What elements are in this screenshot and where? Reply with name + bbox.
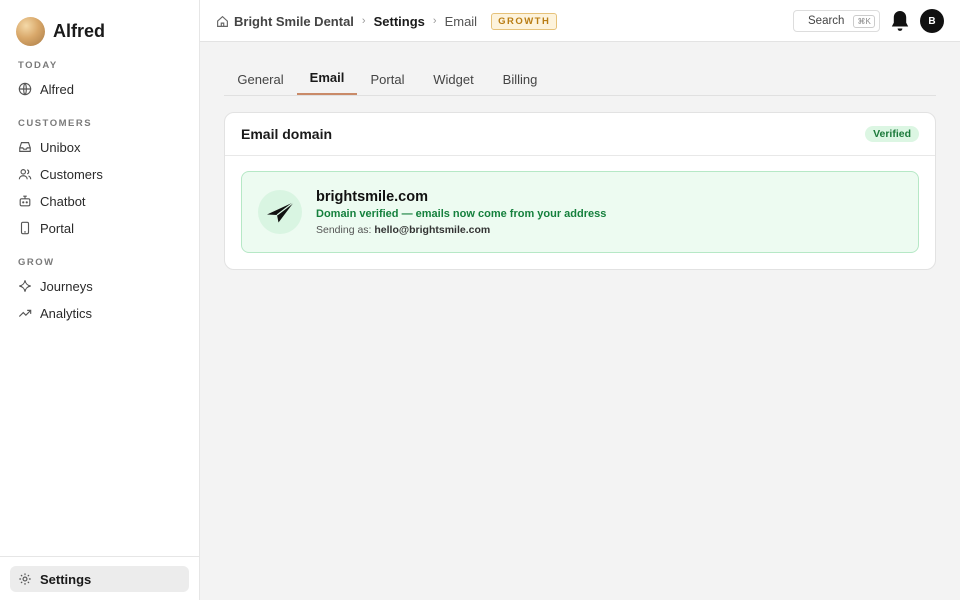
tab-general[interactable]: General (224, 62, 297, 96)
sidebar-item-label: Chatbot (40, 193, 86, 209)
globe-icon (18, 82, 32, 96)
home-icon[interactable] (216, 15, 229, 28)
search-label: Search (808, 15, 845, 27)
tab-portal[interactable]: Portal (357, 62, 418, 96)
sidebar-item-label: Journeys (40, 278, 93, 294)
search-shortcut: ⌘K (853, 14, 875, 28)
bell-icon[interactable] (889, 9, 911, 33)
brand-name: Alfred (53, 21, 106, 41)
breadcrumb-email: Email (444, 13, 478, 29)
settings-tabs: General Email Portal Widget Billing (224, 62, 936, 96)
sidebar-item-label: Unibox (40, 139, 81, 155)
breadcrumb-workspace[interactable]: Bright Smile Dental (234, 14, 354, 29)
sidebar-footer: Settings (0, 556, 200, 600)
sidebar-item-analytics[interactable]: Analytics (10, 300, 189, 326)
bot-icon (18, 194, 32, 208)
paper-plane-icon (267, 201, 295, 223)
tab-email[interactable]: Email (297, 62, 357, 95)
search-button[interactable]: Search ⌘K (793, 10, 880, 32)
sidebar-item-journeys[interactable]: Journeys (10, 273, 189, 299)
sidebar-item-label: Portal (40, 220, 74, 236)
section-label-today: TODAY (18, 60, 58, 71)
tab-billing[interactable]: Billing (489, 62, 551, 96)
sidebar-item-customers[interactable]: Customers (10, 161, 189, 187)
card-title: Email domain (241, 126, 333, 142)
chevron-right-icon: › (432, 15, 437, 27)
sidebar-item-unibox[interactable]: Unibox (10, 134, 189, 160)
domain-status-text: Domain verified — emails now come from y… (316, 208, 607, 220)
send-icon-circle (258, 190, 302, 234)
brand-logo (16, 17, 45, 46)
brand[interactable]: Alfred (16, 17, 105, 46)
sidebar-item-portal[interactable]: Portal (10, 215, 189, 241)
sidebar-item-label: Alfred (40, 81, 74, 97)
email-domain-card: Email domain Verified brightsmile.com Do… (224, 112, 936, 270)
status-badge: Verified (865, 126, 919, 142)
gear-icon (18, 572, 32, 586)
sparkle-icon (18, 279, 32, 293)
plan-badge: GROWTH (491, 12, 558, 30)
domain-status-panel: brightsmile.com Domain verified — emails… (241, 171, 919, 253)
sidebar-item-label: Settings (40, 571, 92, 587)
sidebar-item-settings[interactable]: Settings (10, 566, 189, 592)
avatar[interactable]: B (920, 9, 944, 33)
phone-icon (18, 221, 32, 235)
sending-address: hello@brightsmile.com (374, 224, 491, 236)
sidebar: Alfred TODAY Alfred CUSTOMERS Unibox Cus… (0, 0, 200, 600)
chevron-right-icon: › (361, 15, 366, 27)
sidebar-item-label: Analytics (40, 305, 93, 321)
inbox-icon (18, 140, 32, 154)
top-bar: Bright Smile Dental › Settings › Email G… (200, 0, 960, 42)
trend-icon (18, 306, 32, 320)
domain-name: brightsmile.com (316, 189, 428, 205)
breadcrumb: Bright Smile Dental › Settings › Email G… (216, 0, 558, 42)
breadcrumb-settings[interactable]: Settings (374, 14, 425, 29)
tab-widget[interactable]: Widget (418, 62, 489, 96)
card-header: Email domain Verified (225, 113, 935, 156)
users-icon (18, 167, 32, 181)
sidebar-item-alfred[interactable]: Alfred (10, 76, 189, 102)
section-label-grow: GROW (18, 257, 55, 268)
sending-as: Sending as: hello@brightsmile.com (316, 224, 490, 236)
sending-prefix: Sending as: (316, 224, 372, 236)
section-label-customers: CUSTOMERS (18, 118, 93, 129)
sidebar-item-chatbot[interactable]: Chatbot (10, 188, 189, 214)
sidebar-item-label: Customers (40, 166, 103, 182)
